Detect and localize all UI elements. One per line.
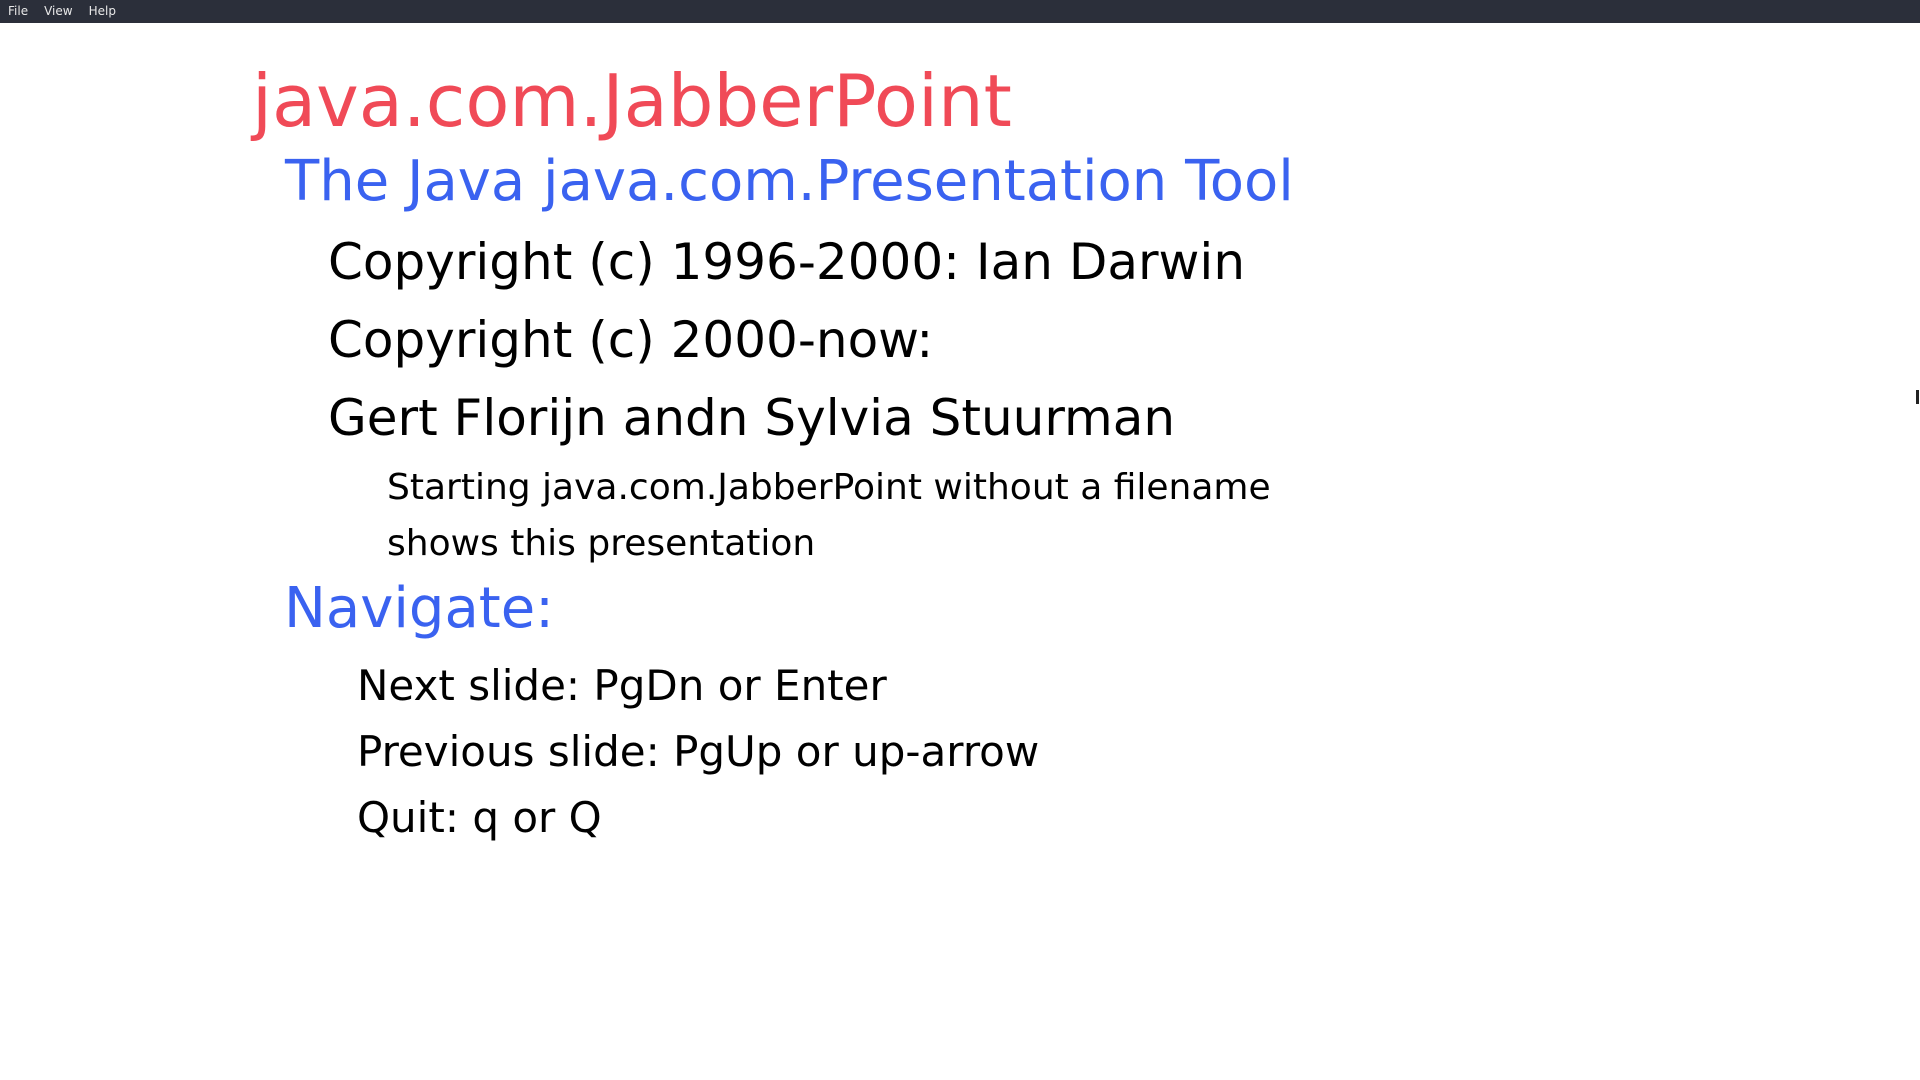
nav-prev-line: Previous slide: PgUp or up-arrow	[357, 727, 1040, 776]
slide-canvas[interactable]: java.com.JabberPoint The Java java.com.P…	[0, 23, 1920, 1080]
nav-quit-line: Quit: q or Q	[357, 793, 602, 842]
mouse-cursor-icon	[1916, 390, 1919, 404]
slide-subtitle: The Java java.com.Presentation Tool	[285, 149, 1294, 214]
authors-line: Gert Florijn andn Sylvia Stuurman	[328, 389, 1176, 447]
note-line-1: Starting java.com.JabberPoint without a …	[387, 467, 1271, 508]
nav-next-line: Next slide: PgDn or Enter	[357, 661, 887, 710]
navigate-heading: Navigate:	[284, 576, 555, 641]
menu-view[interactable]: View	[36, 0, 80, 23]
copyright-line-1: Copyright (c) 1996-2000: Ian Darwin	[328, 233, 1246, 291]
menu-help[interactable]: Help	[81, 0, 124, 23]
slide-title: java.com.JabberPoint	[252, 59, 1012, 143]
copyright-line-2: Copyright (c) 2000-now:	[328, 311, 934, 369]
note-line-2: shows this presentation	[387, 523, 816, 564]
menu-bar: File View Help	[0, 0, 1920, 23]
menu-file[interactable]: File	[0, 0, 36, 23]
